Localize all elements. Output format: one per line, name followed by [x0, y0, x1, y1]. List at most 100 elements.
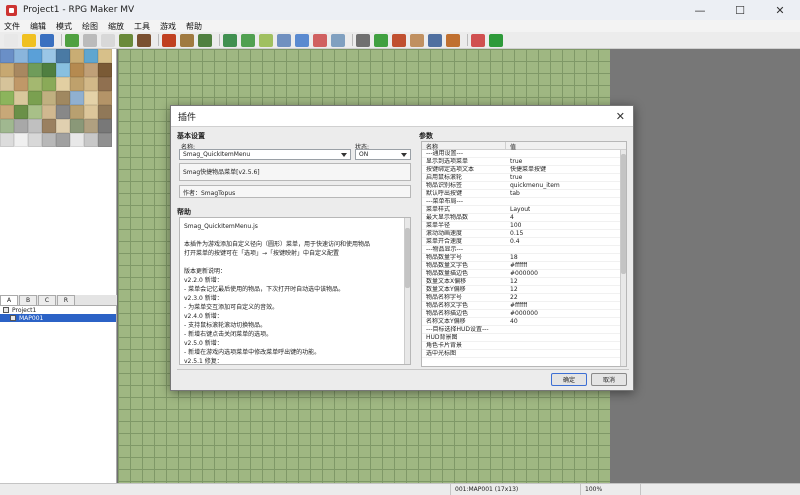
toolbar-button-icon[interactable]	[162, 33, 176, 47]
tile[interactable]	[14, 49, 28, 63]
tile[interactable]	[70, 133, 84, 147]
tile[interactable]	[56, 119, 70, 133]
tile[interactable]	[56, 49, 70, 63]
param-row[interactable]: 物品名称字号 22	[422, 294, 626, 302]
tile[interactable]	[84, 119, 98, 133]
tile[interactable]	[42, 63, 56, 77]
toolbar-button-icon[interactable]	[83, 33, 97, 47]
close-window-button[interactable]: ✕	[760, 0, 800, 20]
tile[interactable]	[0, 77, 14, 91]
param-row[interactable]: ---目标选择HUD设置---	[422, 326, 626, 334]
tile[interactable]	[56, 91, 70, 105]
tile[interactable]	[0, 49, 14, 63]
tile[interactable]	[28, 49, 42, 63]
help-scroll-thumb[interactable]	[405, 228, 410, 288]
tile[interactable]	[56, 77, 70, 91]
tile[interactable]	[70, 49, 84, 63]
params-scrollbar[interactable]	[620, 150, 626, 366]
tile[interactable]	[42, 105, 56, 119]
tile[interactable]	[14, 91, 28, 105]
tile[interactable]	[98, 49, 112, 63]
tile[interactable]	[42, 91, 56, 105]
tile[interactable]	[42, 133, 56, 147]
params-table[interactable]: 名称 值 ---通用设置--- 显示到选项菜单 true 按键绑定选项文本 快捷菜单按键…	[421, 141, 627, 367]
menu-game[interactable]: 游戏	[160, 21, 176, 32]
tab-c[interactable]: C	[38, 295, 56, 305]
toolbar-button-icon[interactable]	[471, 33, 485, 47]
tile[interactable]	[98, 105, 112, 119]
tile[interactable]	[28, 133, 42, 147]
param-row[interactable]: 物品数量字号 18	[422, 254, 626, 262]
tile[interactable]	[0, 133, 14, 147]
tile[interactable]	[14, 133, 28, 147]
toolbar-button-icon[interactable]	[428, 33, 442, 47]
tile[interactable]	[84, 91, 98, 105]
toolbar-button-icon[interactable]	[180, 33, 194, 47]
tile[interactable]	[70, 91, 84, 105]
tile[interactable]	[14, 63, 28, 77]
toolbar-button-icon[interactable]	[331, 33, 345, 47]
toolbar-button-icon[interactable]	[374, 33, 388, 47]
tile[interactable]	[42, 119, 56, 133]
tileset-palette[interactable]	[0, 49, 117, 295]
tile[interactable]	[14, 105, 28, 119]
tile[interactable]	[14, 119, 28, 133]
menu-tools[interactable]: 工具	[134, 21, 150, 32]
tile[interactable]	[56, 63, 70, 77]
param-row[interactable]: 启用鼠标滚轮 true	[422, 174, 626, 182]
tile[interactable]	[42, 49, 56, 63]
ok-button[interactable]: 确定	[551, 373, 587, 386]
tile[interactable]	[98, 77, 112, 91]
param-row[interactable]: 菜单开合速度 0.4	[422, 238, 626, 246]
param-row[interactable]: HUD背景图	[422, 334, 626, 342]
param-row[interactable]: 名称文本Y偏移 40	[422, 318, 626, 326]
params-scroll-thumb[interactable]	[621, 154, 626, 274]
tile[interactable]	[42, 77, 56, 91]
tile[interactable]	[70, 63, 84, 77]
tile[interactable]	[0, 63, 14, 77]
param-row[interactable]: 最大显示物品数 4	[422, 214, 626, 222]
tile[interactable]	[98, 119, 112, 133]
tile[interactable]	[70, 119, 84, 133]
toolbar-button-icon[interactable]	[313, 33, 327, 47]
param-row[interactable]: 物品名称文字色 #ffffff	[422, 302, 626, 310]
tile[interactable]	[28, 119, 42, 133]
param-row[interactable]: 物品数量文字色 #ffffff	[422, 262, 626, 270]
tile[interactable]	[28, 105, 42, 119]
help-scrollbar[interactable]	[404, 218, 410, 364]
minimize-button[interactable]: —	[680, 0, 720, 20]
tile[interactable]	[84, 105, 98, 119]
menu-edit[interactable]: 编辑	[30, 21, 46, 32]
param-row[interactable]: 物品名称描边色 #000000	[422, 310, 626, 318]
toolbar-button-icon[interactable]	[410, 33, 424, 47]
param-row[interactable]: 数量文本X偏移 12	[422, 278, 626, 286]
toolbar-button-icon[interactable]	[356, 33, 370, 47]
tab-r[interactable]: R	[57, 295, 75, 305]
toolbar-button-icon[interactable]	[65, 33, 79, 47]
toolbar-button-icon[interactable]	[4, 33, 18, 47]
param-row[interactable]: 物品识别标签 quickmenu_item	[422, 182, 626, 190]
name-select[interactable]: Smag_QuickItemMenu	[179, 149, 351, 160]
close-icon[interactable]: ✕	[616, 110, 625, 123]
param-row[interactable]: ---菜单布局---	[422, 198, 626, 206]
cancel-button[interactable]: 取消	[591, 373, 627, 386]
param-row[interactable]: 选中光标图	[422, 350, 626, 358]
tree-project[interactable]: Project1	[0, 306, 116, 314]
menu-zoom[interactable]: 缩放	[108, 21, 124, 32]
param-row[interactable]: ---物品显示---	[422, 246, 626, 254]
toolbar-button-icon[interactable]	[259, 33, 273, 47]
toolbar-button-icon[interactable]	[119, 33, 133, 47]
toolbar-button-icon[interactable]	[40, 33, 54, 47]
param-row[interactable]: 物品数量描边色 #000000	[422, 270, 626, 278]
tile[interactable]	[98, 133, 112, 147]
menu-file[interactable]: 文件	[4, 21, 20, 32]
tile[interactable]	[0, 91, 14, 105]
tile[interactable]	[0, 119, 14, 133]
toolbar-button-icon[interactable]	[446, 33, 460, 47]
param-row[interactable]: 滚动动画速度 0.15	[422, 230, 626, 238]
toolbar-button-icon[interactable]	[277, 33, 291, 47]
tile[interactable]	[56, 133, 70, 147]
menu-help[interactable]: 帮助	[186, 21, 202, 32]
tile[interactable]	[84, 63, 98, 77]
tab-b[interactable]: B	[19, 295, 37, 305]
